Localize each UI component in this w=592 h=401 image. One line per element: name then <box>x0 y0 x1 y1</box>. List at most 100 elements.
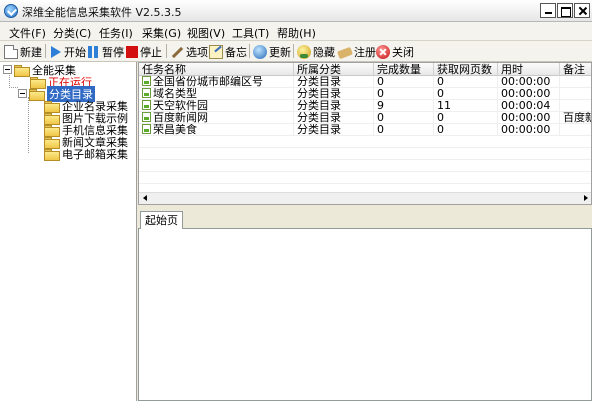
table-row[interactable]: 百度新闻网 分类目录 0 0 00:00:00 百度新 <box>139 112 591 124</box>
column-header-pages[interactable]: 获取网页数 <box>434 63 498 76</box>
options-button[interactable]: 选项 <box>170 43 208 60</box>
maximize-button[interactable] <box>557 3 573 18</box>
tree-node-label: 电子邮箱采集 <box>62 147 128 161</box>
empty-row <box>139 160 591 172</box>
globe-update-icon <box>253 44 267 59</box>
cell-pages: 0 <box>434 76 498 88</box>
collapse-icon[interactable] <box>3 65 12 74</box>
cell-notes <box>560 124 591 136</box>
menu-bar: 文件(F) 分类(C) 任务(I) 采集(G) 视图(V) 工具(T) 帮助(H… <box>0 22 592 41</box>
cell-task-name: 荣昌美食 <box>139 124 294 136</box>
table-row[interactable]: 域名类型 分类目录 0 0 00:00:00 <box>139 88 591 100</box>
cell-pages: 0 <box>434 112 498 124</box>
horizontal-scrollbar[interactable] <box>139 192 591 204</box>
task-icon <box>142 88 151 98</box>
tab-start-page[interactable]: 起始页 <box>140 211 183 230</box>
stop-label: 停止 <box>140 45 162 59</box>
hide-button[interactable]: 隐藏 <box>297 43 335 60</box>
folder-icon <box>44 136 60 149</box>
window-title: 深维全能信息采集软件 V2.5.3.5 <box>22 6 182 19</box>
collapse-icon[interactable] <box>18 89 27 98</box>
wrench-icon <box>170 45 184 59</box>
column-header-time[interactable]: 用时 <box>498 63 560 76</box>
task-name-text: 百度新闻网 <box>153 112 208 124</box>
folder-icon <box>30 76 46 89</box>
empty-row <box>139 136 591 148</box>
table-row[interactable]: 天空软件园 分类目录 9 11 00:00:04 <box>139 100 591 112</box>
title-bar: 深维全能信息采集软件 V2.5.3.5 <box>0 0 592 22</box>
menu-task[interactable]: 任务(I) <box>99 25 133 41</box>
new-button[interactable]: 新建 <box>4 43 42 60</box>
cell-category: 分类目录 <box>294 88 374 100</box>
folder-icon <box>29 88 45 101</box>
register-label: 注册 <box>354 45 376 59</box>
cell-time: 00:00:00 <box>498 124 560 136</box>
pause-label: 暂停 <box>102 45 124 59</box>
memo-button[interactable]: 备忘 <box>209 43 247 60</box>
close-button[interactable]: 关闭 <box>376 43 414 60</box>
cell-time: 00:00:00 <box>498 88 560 100</box>
task-icon <box>142 112 151 122</box>
key-icon <box>337 46 353 59</box>
folder-icon <box>44 100 60 113</box>
cell-pages: 11 <box>434 100 498 112</box>
hide-label: 隐藏 <box>313 45 335 59</box>
folder-icon <box>44 124 60 137</box>
menu-tools[interactable]: 工具(T) <box>232 25 269 41</box>
column-header-completed[interactable]: 完成数量 <box>374 63 434 76</box>
cell-notes <box>560 76 591 88</box>
toolbar-separator <box>293 44 294 58</box>
task-name-text: 天空软件园 <box>153 100 208 112</box>
register-button[interactable]: 注册 <box>337 43 376 60</box>
menu-file[interactable]: 文件(F) <box>9 25 46 41</box>
close-window-button[interactable] <box>574 3 590 18</box>
cell-time: 00:00:04 <box>498 100 560 112</box>
table-row[interactable]: 荣昌美食 分类目录 0 0 00:00:00 <box>139 124 591 136</box>
task-name-text: 全国省份城市邮编区号 <box>153 76 263 88</box>
cell-category: 分类目录 <box>294 124 374 136</box>
update-button[interactable]: 更新 <box>253 43 291 60</box>
start-button[interactable]: 开始 <box>48 43 86 60</box>
start-page-content <box>138 229 592 401</box>
empty-row <box>139 172 591 184</box>
cell-category: 分类目录 <box>294 112 374 124</box>
column-header-task-name[interactable]: 任务名称 <box>139 63 294 76</box>
task-list: 任务名称 所属分类 完成数量 获取网页数 用时 备注 全国省份城市邮编区号 分类… <box>138 62 592 205</box>
cell-time: 00:00:00 <box>498 76 560 88</box>
menu-view[interactable]: 视图(V) <box>187 25 225 41</box>
menu-collect[interactable]: 采集(G) <box>142 25 181 41</box>
column-header-category[interactable]: 所属分类 <box>294 63 374 76</box>
column-header-notes[interactable]: 备注 <box>560 63 591 76</box>
minimize-button[interactable] <box>540 3 556 18</box>
menu-help[interactable]: 帮助(H) <box>277 25 316 41</box>
cell-notes <box>560 100 591 112</box>
task-icon <box>142 124 151 134</box>
pause-button[interactable]: 暂停 <box>86 43 124 60</box>
menu-category[interactable]: 分类(C) <box>53 25 91 41</box>
scroll-left-arrow-icon[interactable] <box>139 193 151 204</box>
cell-completed: 0 <box>374 112 434 124</box>
cell-completed: 0 <box>374 124 434 136</box>
cell-pages: 0 <box>434 124 498 136</box>
cell-task-name: 全国省份城市邮编区号 <box>139 76 294 88</box>
options-label: 选项 <box>186 45 208 59</box>
list-header: 任务名称 所属分类 完成数量 获取网页数 用时 备注 <box>139 63 591 76</box>
table-row[interactable]: 全国省份城市邮编区号 分类目录 0 0 00:00:00 <box>139 76 591 88</box>
cell-pages: 0 <box>434 88 498 100</box>
folder-icon <box>14 64 30 77</box>
update-label: 更新 <box>269 45 291 59</box>
cell-completed: 0 <box>374 88 434 100</box>
cell-task-name: 域名类型 <box>139 88 294 100</box>
hide-icon <box>297 44 311 59</box>
tree-node-child[interactable]: 电子邮箱采集 <box>44 147 128 161</box>
stop-button[interactable]: 停止 <box>126 43 162 60</box>
memo-label: 备忘 <box>225 45 247 59</box>
scroll-right-arrow-icon[interactable] <box>579 193 591 204</box>
task-name-text: 荣昌美食 <box>153 124 197 136</box>
app-icon <box>4 4 18 18</box>
toolbar-separator <box>166 44 167 58</box>
cell-time: 00:00:00 <box>498 112 560 124</box>
toolbar-separator <box>45 44 46 58</box>
tree-connector <box>28 97 29 153</box>
cell-task-name: 百度新闻网 <box>139 112 294 124</box>
